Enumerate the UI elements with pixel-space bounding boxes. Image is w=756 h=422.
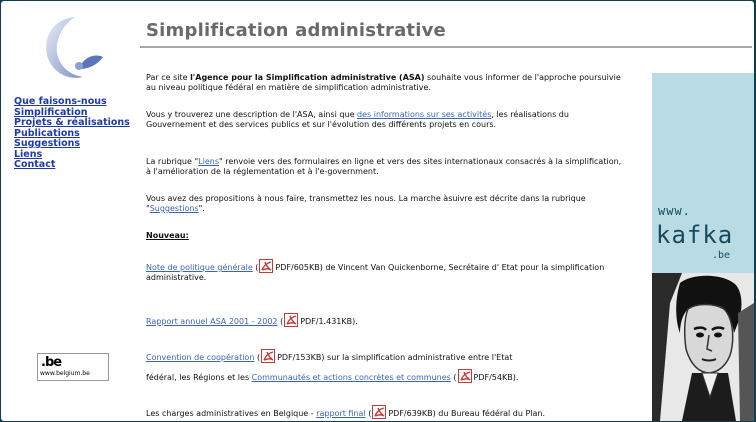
convention-pdf-size: PDF/153KB (277, 353, 322, 362)
convention-link[interactable]: Convention de coopération (146, 353, 254, 362)
belgium-be-logo[interactable]: .be www.belgium.be (37, 353, 109, 381)
pdf-icon[interactable] (284, 313, 299, 327)
news-item-note-politique: Note de politique générale (PDF/605KB) d… (146, 259, 626, 283)
charges-desc: ) du Bureau fédéral du Plan. (432, 409, 546, 418)
kafka-name-text: kafka (656, 221, 734, 249)
communautes-link[interactable]: Communautés et actions concrètes et comm… (252, 373, 451, 382)
kafka-portrait-image (652, 273, 754, 421)
kafka-tld-text: .be (712, 250, 731, 261)
nav-link-suggestions[interactable]: Suggestions (14, 138, 130, 150)
news-item-convention: Convention de coopération (PDF/153KB) su… (146, 349, 626, 363)
communautes-pdf-size: PDF/54KB (473, 373, 513, 382)
kafka-www-text: www. (658, 204, 691, 218)
belgium-be-text: .be (41, 355, 62, 370)
rapport-annuel-link[interactable]: Rapport annuel ASA 2001 - 2002 (146, 317, 278, 326)
pdf-icon[interactable] (457, 369, 473, 383)
nouveau-label: Nouveau: (146, 231, 189, 240)
convention-desc-cont: fédéral, les Régions et les (146, 373, 252, 382)
news-item-charges: Les charges administratives en Belgique … (146, 405, 626, 419)
sidebar-nav: Que faisons-nous Simplification Projets … (14, 96, 130, 171)
activities-link[interactable]: des informations sur ses activités (357, 110, 491, 119)
suggestions-text-end: ". (198, 204, 205, 213)
note-politique-link[interactable]: Note de politique générale (146, 263, 253, 272)
suggestions-link[interactable]: Suggestions (150, 204, 199, 213)
news-item-rapport-annuel: Rapport annuel ASA 2001 - 2002 (PDF/1.43… (146, 313, 626, 327)
links-paragraph: La rubrique "Liens" renvoie vers des for… (146, 157, 626, 177)
description-paragraph: Vous y trouverez une description de l'AS… (146, 110, 626, 130)
page-title: Simplification administrative (146, 20, 446, 41)
description-text: Vous y trouverez une description de l'AS… (146, 110, 358, 119)
suggestions-text: Vous avez des propositions à nous faire,… (146, 194, 586, 213)
rapport-annuel-pdf-size: PDF/1.431KB (300, 317, 353, 326)
communautes-end: ). (512, 373, 519, 382)
agency-name: l'Agence pour la Simplification administ… (190, 73, 425, 82)
rapport-final-pdf-size: PDF/639KB (388, 409, 433, 418)
pdf-icon[interactable] (372, 405, 387, 419)
links-text: La rubrique " (146, 157, 199, 166)
nav-link-que-faisons-nous[interactable]: Que faisons-nous (14, 96, 130, 108)
rapport-annuel-end: ). (352, 317, 358, 326)
suggestions-paragraph: Vous avez des propositions à nous faire,… (146, 194, 626, 214)
kafka-banner[interactable]: www. kafka .be (652, 73, 754, 421)
nav-link-contact[interactable]: Contact (14, 159, 130, 171)
note-politique-pdf-size: PDF/605KB (275, 263, 320, 272)
intro-text: Par ce site (146, 73, 191, 82)
title-divider (140, 46, 752, 48)
convention-desc: ) sur la simplification administrative e… (321, 353, 513, 362)
news-item-convention-cont: fédéral, les Régions et les Communautés … (146, 369, 626, 383)
charges-text: Les charges administratives en Belgique … (146, 409, 317, 418)
nav-link-projets[interactable]: Projets & réalisations (14, 117, 130, 129)
pdf-icon[interactable] (261, 349, 276, 363)
nouveau-heading: Nouveau: (146, 231, 626, 241)
pdf-icon[interactable] (259, 259, 274, 273)
rapport-final-link[interactable]: rapport final (316, 409, 365, 418)
page-frame: Que faisons-nous Simplification Projets … (1, 1, 754, 421)
liens-link[interactable]: Liens (198, 157, 219, 166)
belgium-be-url: www.belgium.be (40, 370, 90, 377)
asa-logo-icon[interactable] (39, 13, 111, 85)
intro-paragraph: Par ce site l'Agence pour la Simplificat… (146, 73, 626, 93)
